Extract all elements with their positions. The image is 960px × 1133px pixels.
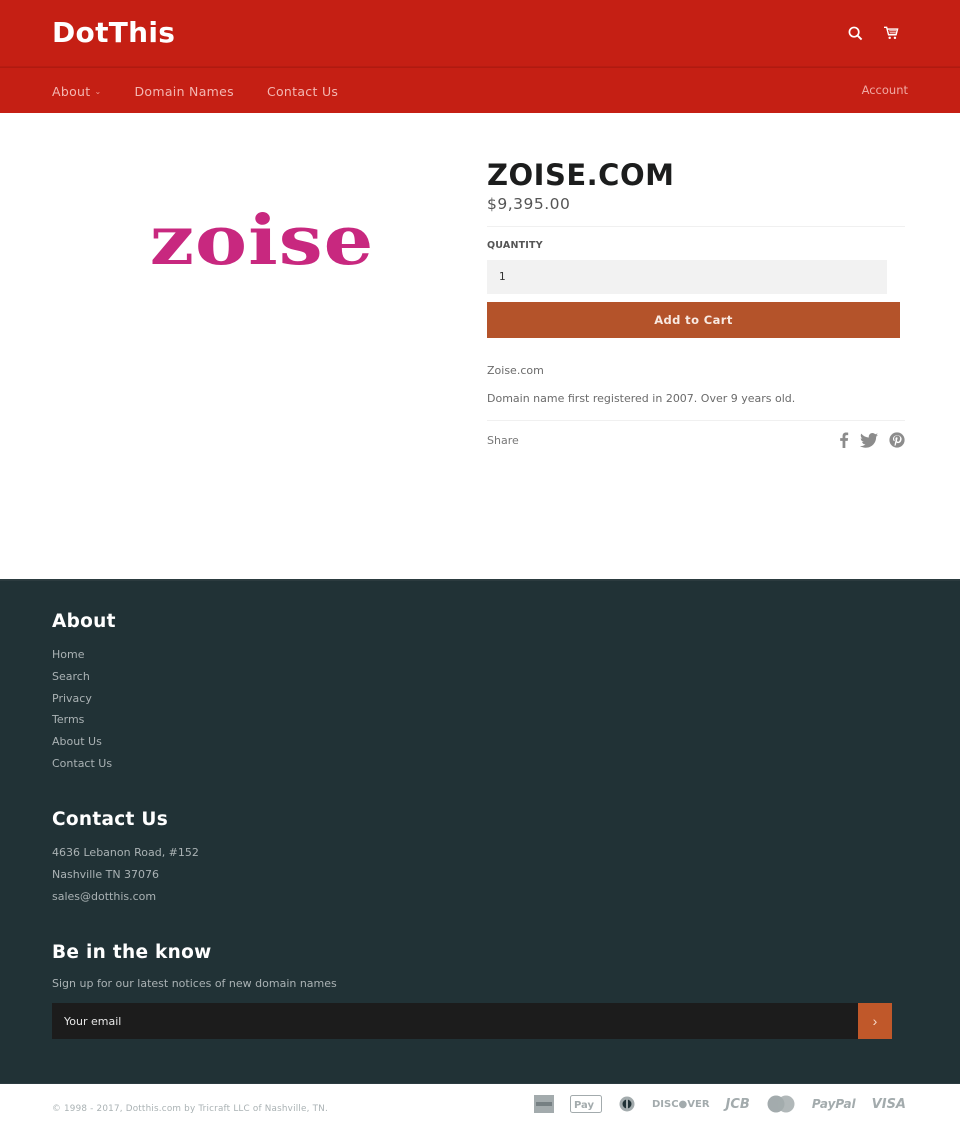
footer-link-home[interactable]: Home (52, 644, 116, 666)
amex-icon (533, 1095, 554, 1113)
header-icons (846, 24, 900, 42)
twitter-icon[interactable] (860, 432, 878, 448)
cart-icon[interactable] (882, 24, 900, 42)
copyright: © 1998 - 2017, Dotthis.com by Tricraft L… (52, 1104, 328, 1114)
product-image: zoise (52, 161, 472, 321)
product-section: zoise ZOISE.COM $9,395.00 QUANTITY Add t… (0, 113, 960, 579)
jcb-icon: JCB (725, 1096, 750, 1112)
svg-text:Pay: Pay (574, 1100, 595, 1111)
footer-link-search[interactable]: Search (52, 666, 116, 688)
apple-pay-icon: Pay (569, 1095, 602, 1113)
footer-link-terms[interactable]: Terms (52, 709, 116, 731)
site-logo[interactable]: DotThis (52, 16, 175, 49)
product-price: $9,395.00 (487, 195, 571, 213)
newsletter-form: › (52, 1003, 892, 1039)
footer-heading: About (52, 611, 116, 632)
nav-item-contact-us[interactable]: Contact Us (267, 84, 338, 99)
nav-item-label: About (52, 83, 91, 99)
nav-item-domain-names[interactable]: Domain Names (134, 84, 233, 99)
mastercard-icon (766, 1095, 796, 1113)
paypal-icon: PayPal (811, 1097, 856, 1111)
nav-item-label: Contact Us (266, 83, 339, 99)
contact-lines: 4636 Lebanon Road, #152 Nashville TN 370… (52, 842, 199, 907)
discover-icon: DISC●VER (651, 1098, 710, 1110)
nav-item-about[interactable]: About ⌄ (52, 84, 101, 99)
footer-contact: Contact Us 4636 Lebanon Road, #152 Nashv… (52, 809, 199, 907)
product-title: ZOISE.COM (487, 158, 675, 192)
footer-about: About Home Search Privacy Terms About Us… (52, 611, 116, 775)
facebook-icon[interactable] (839, 432, 849, 448)
diners-club-icon (618, 1096, 636, 1112)
product-description: Zoise.com Domain name first registered i… (487, 364, 905, 405)
description-line: Domain name first registered in 2007. Ov… (487, 392, 796, 405)
divider (487, 420, 905, 421)
search-icon[interactable] (846, 24, 864, 42)
quantity-label: QUANTITY (487, 240, 543, 251)
newsletter-text: Sign up for our latest notices of new do… (52, 977, 337, 990)
description-line: Zoise.com (487, 364, 544, 377)
footer-heading: Be in the know (52, 942, 212, 963)
share-label: Share (487, 433, 519, 447)
footer-link-contact-us[interactable]: Contact Us (52, 753, 116, 775)
product-info: ZOISE.COM $9,395.00 QUANTITY Add to Cart… (487, 157, 905, 448)
divider (487, 226, 905, 227)
site-footer: About Home Search Privacy Terms About Us… (0, 579, 960, 1114)
footer-link-about-us[interactable]: About Us (52, 731, 116, 753)
email-input[interactable] (52, 1003, 858, 1039)
site-header: DotThis (0, 0, 960, 67)
chevron-down-icon: ⌄ (94, 86, 102, 96)
share-icons (839, 432, 905, 448)
footer-link-privacy[interactable]: Privacy (52, 688, 116, 710)
contact-address: 4636 Lebanon Road, #152 (52, 846, 199, 859)
nav-item-label: Domain Names (134, 83, 234, 99)
footer-newsletter: Be in the know Sign up for our latest no… (52, 942, 337, 990)
visa-icon: VISA (871, 1096, 906, 1112)
footer-divider (0, 1083, 960, 1084)
product-logo-text: zoise (149, 200, 375, 281)
account-link[interactable]: Account (862, 83, 908, 97)
footer-heading: Contact Us (52, 809, 169, 830)
share-row: Share (487, 432, 905, 448)
payment-icons: Pay DISC●VER JCB PayPal VISA (533, 1095, 906, 1113)
chevron-right-icon: › (872, 1013, 878, 1029)
main-nav: About ⌄ Domain Names Contact Us Account (0, 67, 960, 113)
footer-about-links: Home Search Privacy Terms About Us Conta… (52, 644, 116, 775)
quantity-input[interactable] (487, 260, 887, 294)
pinterest-icon[interactable] (889, 432, 905, 448)
contact-city: Nashville TN 37076 (52, 867, 160, 881)
nav-list: About ⌄ Domain Names Contact Us (52, 68, 338, 114)
contact-email[interactable]: sales@dotthis.com (52, 886, 199, 908)
newsletter-submit-button[interactable]: › (858, 1003, 892, 1039)
add-to-cart-button[interactable]: Add to Cart (487, 302, 900, 338)
